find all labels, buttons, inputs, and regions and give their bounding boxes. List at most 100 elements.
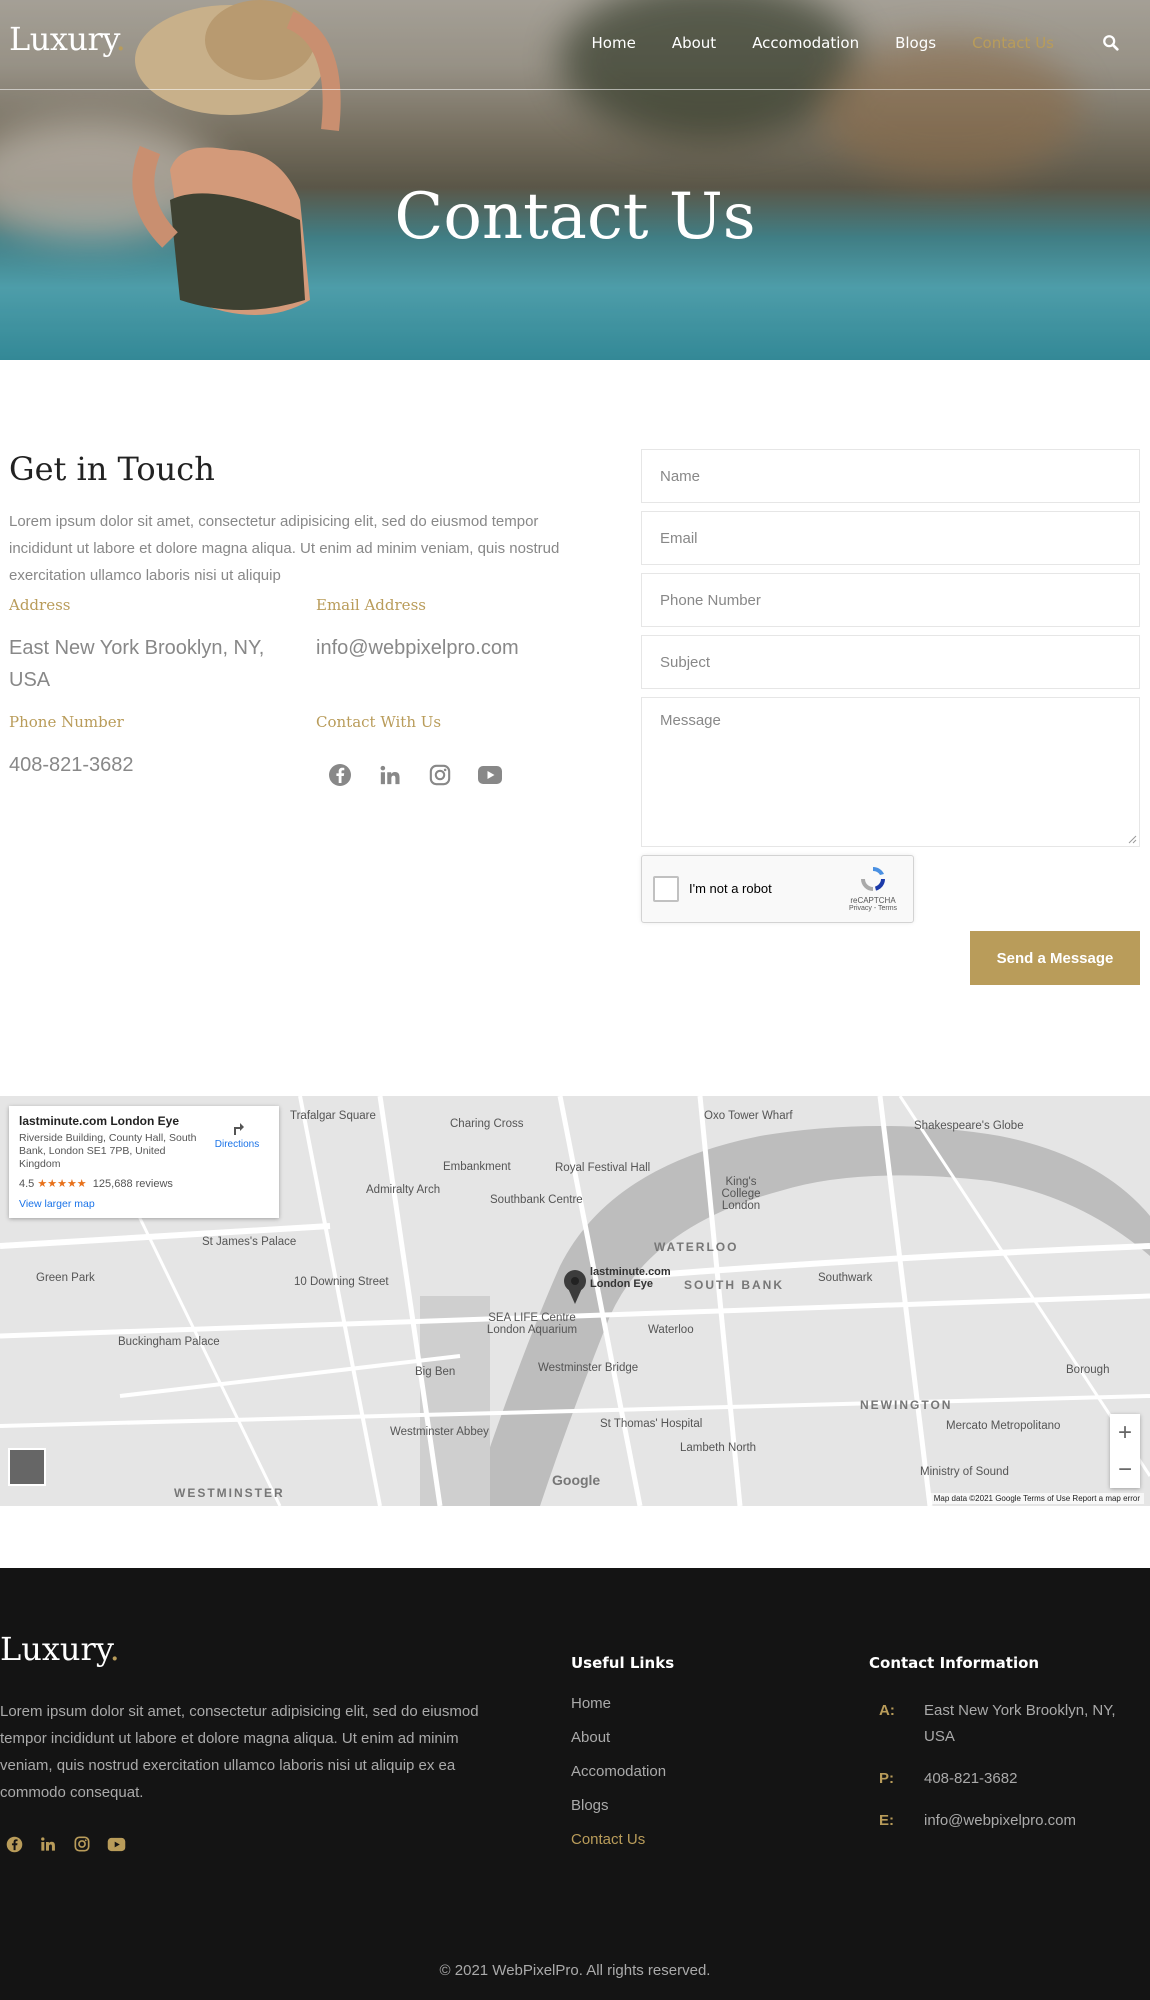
footer-phone-row: P: 408-821-3682 xyxy=(879,1770,1018,1787)
nav-contact-us[interactable]: Contact Us xyxy=(972,34,1054,52)
map-label: St James's Palace xyxy=(202,1236,297,1248)
recaptcha-brand: reCAPTCHA Privacy - Terms xyxy=(843,864,903,912)
map-label: SEA LIFE Centre London Aquarium xyxy=(486,1312,578,1336)
map-marker-label[interactable]: lastminute.com London Eye xyxy=(590,1266,680,1290)
instagram-icon[interactable] xyxy=(72,1834,92,1854)
map-label: King's College London xyxy=(721,1176,761,1212)
footer-link-blogs[interactable]: Blogs xyxy=(571,1796,674,1816)
contact-lead-text: Lorem ipsum dolor sit amet, consectetur … xyxy=(9,513,560,584)
place-address: Riverside Building, County Hall, South B… xyxy=(19,1132,197,1170)
linkedin-icon[interactable] xyxy=(38,1834,58,1854)
recaptcha-widget: I'm not a robot reCAPTCHA Privacy - Term… xyxy=(641,855,914,923)
site-logo[interactable]: Luxury. xyxy=(9,20,126,58)
phone-value[interactable]: 408-821-3682 xyxy=(9,749,309,781)
zoom-out-button[interactable]: − xyxy=(1110,1451,1140,1488)
contact-section: Get in Touch Lorem ipsum dolor sit amet,… xyxy=(0,360,1150,1095)
map-label: Trafalgar Square xyxy=(290,1110,376,1122)
instagram-icon[interactable] xyxy=(426,761,454,789)
map-label: Southbank Centre xyxy=(490,1194,583,1206)
message-textarea[interactable]: Message xyxy=(641,697,1140,847)
map-label: Royal Festival Hall xyxy=(555,1162,651,1174)
map-label: Shakespeare's Globe xyxy=(914,1120,1024,1132)
map-label: Mercato Metropolitano xyxy=(946,1420,1061,1432)
recaptcha-brand-text: reCAPTCHA xyxy=(850,896,896,905)
zoom-in-button[interactable]: + xyxy=(1110,1414,1140,1451)
rating-stars-icon: ★★★★★ xyxy=(37,1178,87,1190)
satellite-toggle[interactable] xyxy=(8,1448,46,1486)
get-in-touch-heading: Get in Touch xyxy=(9,450,215,488)
email-block: Email Address info@webpixelpro.com xyxy=(316,596,616,664)
name-input[interactable]: Name xyxy=(641,449,1140,503)
send-message-button[interactable]: Send a Message xyxy=(970,931,1140,985)
youtube-icon[interactable] xyxy=(106,1834,126,1854)
map-label: Lambeth North xyxy=(680,1442,757,1454)
contact-info-title: Contact Information xyxy=(869,1654,1040,1672)
zoom-controls: + − xyxy=(1110,1414,1140,1488)
map-label: Westminster Bridge xyxy=(538,1362,639,1374)
footer-link-contact-us[interactable]: Contact Us xyxy=(571,1830,674,1850)
footer-link-about[interactable]: About xyxy=(571,1728,674,1748)
subject-input[interactable]: Subject xyxy=(641,635,1140,689)
facebook-icon[interactable] xyxy=(4,1834,24,1854)
contact-form: Name Email Phone Number Subject Message … xyxy=(641,449,1140,985)
address-block: Address East New York Brooklyn, NY, USA xyxy=(9,596,309,696)
google-logo: Google xyxy=(552,1472,601,1488)
map-label: Borough xyxy=(1066,1364,1110,1376)
linkedin-icon[interactable] xyxy=(376,761,404,789)
search-icon[interactable] xyxy=(1102,34,1120,52)
footer-socials xyxy=(4,1834,126,1854)
top-navbar: Luxury. Home About Accomodation Blogs Co… xyxy=(0,0,1150,90)
map-label: St Thomas' Hospital xyxy=(600,1418,703,1430)
page-title: Contact Us xyxy=(394,180,756,254)
resize-handle-icon[interactable] xyxy=(1127,834,1137,844)
phone-block: Phone Number 408-821-3682 xyxy=(9,713,309,781)
facebook-icon[interactable] xyxy=(326,761,354,789)
footer-link-home[interactable]: Home xyxy=(571,1694,674,1714)
directions-button[interactable]: Directions xyxy=(207,1118,267,1150)
recaptcha-label: I'm not a robot xyxy=(689,881,772,896)
map-label: Charing Cross xyxy=(450,1118,524,1130)
nav-about[interactable]: About xyxy=(672,34,716,52)
email-label: Email Address xyxy=(316,596,426,614)
google-map[interactable]: Trafalgar Square Charing Cross Embankmen… xyxy=(0,1096,1150,1506)
recaptcha-links[interactable]: Privacy - Terms xyxy=(843,905,903,912)
contact-info-column: Contact Information A: East New York Broo… xyxy=(869,1654,1144,1850)
footer-address-row: A: East New York Brooklyn, NY, USA xyxy=(879,1702,1116,1745)
map-label: 10 Downing Street xyxy=(294,1276,389,1288)
footer-email-row: E: info@webpixelpro.com xyxy=(879,1812,1076,1829)
useful-links-column: Useful Links Home About Accomodation Blo… xyxy=(571,1654,674,1864)
map-label: WATERLOO xyxy=(654,1240,739,1254)
useful-links-title: Useful Links xyxy=(571,1654,675,1672)
map-label: Admiralty Arch xyxy=(366,1184,441,1196)
social-label: Contact With Us xyxy=(316,713,442,731)
phone-input[interactable]: Phone Number xyxy=(641,573,1140,627)
recaptcha-checkbox[interactable] xyxy=(653,876,679,902)
nav-blogs[interactable]: Blogs xyxy=(895,34,936,52)
social-block: Contact With Us xyxy=(316,713,616,789)
directions-icon xyxy=(234,1123,244,1135)
view-larger-map-link[interactable]: View larger map xyxy=(19,1198,269,1210)
map-attribution[interactable]: Map data ©2021 Google Terms of Use Repor… xyxy=(929,1493,1144,1504)
nav-home[interactable]: Home xyxy=(592,34,636,52)
phone-label: Phone Number xyxy=(9,713,124,731)
footer-link-accomodation[interactable]: Accomodation xyxy=(571,1762,674,1782)
copyright-text: © 2021 WebPixelPro. All rights reserved. xyxy=(439,1962,711,1979)
address-value: East New York Brooklyn, NY, USA xyxy=(9,637,265,691)
map-label: Oxo Tower Wharf xyxy=(704,1110,793,1122)
map-label: Buckingham Palace xyxy=(118,1336,220,1348)
email-input[interactable]: Email xyxy=(641,511,1140,565)
hero-banner: Luxury. Home About Accomodation Blogs Co… xyxy=(0,0,1150,360)
map-label: NEWINGTON xyxy=(860,1398,953,1412)
main-menu: Home About Accomodation Blogs Contact Us xyxy=(592,34,1054,52)
youtube-icon[interactable] xyxy=(476,761,504,789)
map-label: Green Park xyxy=(36,1272,95,1284)
nav-accomodation[interactable]: Accomodation xyxy=(752,34,859,52)
email-value[interactable]: info@webpixelpro.com xyxy=(316,632,616,664)
place-rating: 4.5 ★★★★★ 125,688 reviews xyxy=(19,1178,173,1190)
footer-logo[interactable]: Luxury. xyxy=(0,1630,120,1668)
message-placeholder: Message xyxy=(660,712,721,729)
address-label: Address xyxy=(9,596,71,614)
place-info-card: lastminute.com London Eye Riverside Buil… xyxy=(9,1106,279,1218)
site-footer: Luxury. Lorem ipsum dolor sit amet, cons… xyxy=(0,1568,1150,2000)
map-label: Big Ben xyxy=(415,1366,456,1378)
